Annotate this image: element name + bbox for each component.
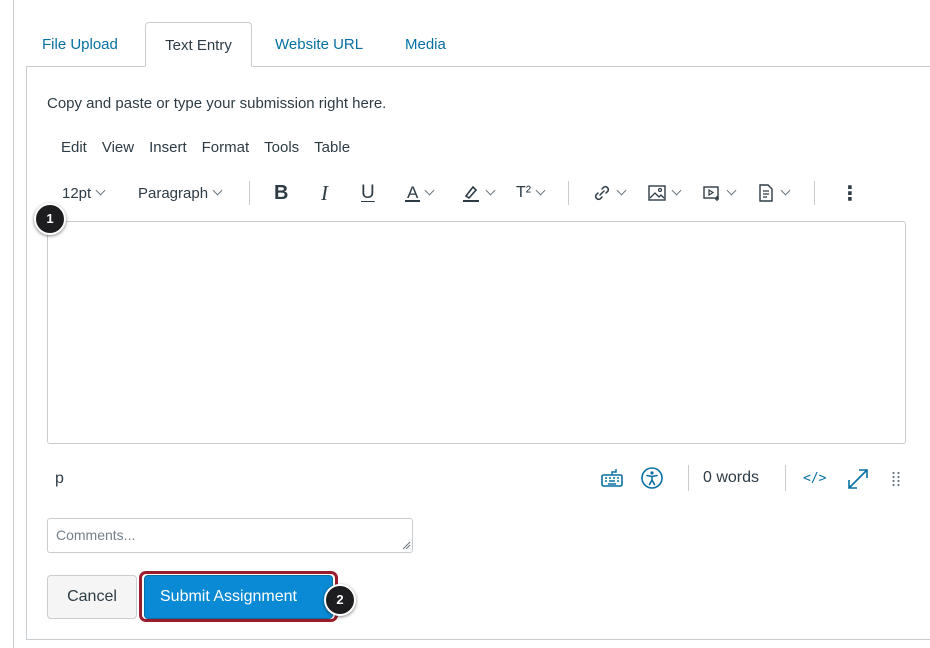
editor-toolbar: 12pt Paragraph B I U A T² ⋮: [62, 180, 922, 206]
highlight-color-button[interactable]: [461, 180, 496, 206]
menu-insert[interactable]: Insert: [149, 139, 187, 159]
block-format-dropdown[interactable]: Paragraph: [138, 180, 223, 206]
image-icon: [648, 185, 666, 201]
submission-type-tabs: File Upload Text Entry Website URL Media: [13, 22, 930, 67]
chevron-down-icon: [424, 185, 435, 196]
chevron-down-icon: [616, 185, 627, 196]
cancel-button[interactable]: Cancel: [47, 575, 137, 619]
statusbar-separator: [688, 465, 689, 491]
toolbar-separator: [814, 181, 815, 205]
chevron-down-icon: [726, 185, 737, 196]
superscript-button[interactable]: T²: [516, 180, 546, 206]
rich-text-editor-area[interactable]: [47, 221, 906, 444]
resize-handle[interactable]: [891, 470, 901, 492]
link-icon: [594, 185, 610, 201]
chevron-down-icon: [780, 185, 791, 196]
bold-icon: B: [274, 181, 289, 204]
drag-handle-icon: [892, 471, 900, 487]
chevron-down-icon: [212, 185, 223, 196]
fullscreen-button[interactable]: [845, 466, 871, 496]
image-button[interactable]: [647, 180, 682, 206]
link-button[interactable]: [592, 180, 627, 206]
word-count: 0 words: [703, 469, 760, 486]
italic-button[interactable]: I: [321, 180, 328, 206]
text-color-button[interactable]: A: [405, 180, 435, 206]
document-icon: [759, 184, 773, 202]
editor-menubar: Edit View Insert Format Tools Table: [61, 139, 365, 159]
chevron-down-icon: [485, 185, 496, 196]
toolbar-separator: [568, 181, 569, 205]
underline-button[interactable]: U: [361, 180, 375, 206]
font-size-value: 12pt: [62, 184, 92, 202]
tab-file-upload[interactable]: File Upload: [42, 22, 118, 67]
document-button[interactable]: [756, 180, 791, 206]
menu-edit[interactable]: Edit: [61, 139, 87, 159]
kebab-icon: ⋮: [840, 182, 860, 205]
more-options-button[interactable]: ⋮: [840, 180, 860, 206]
block-format-value: Paragraph: [138, 184, 209, 202]
italic-icon: I: [321, 180, 328, 205]
html-editor-toggle[interactable]: </>: [803, 471, 826, 486]
menu-tools[interactable]: Tools: [264, 139, 299, 159]
video-icon: [703, 186, 719, 201]
keyboard-shortcuts-button[interactable]: [600, 466, 624, 494]
chevron-down-icon: [95, 185, 106, 196]
accessibility-checker-button[interactable]: [640, 466, 664, 494]
callout-badge-1: 1: [34, 203, 66, 235]
bold-button[interactable]: B: [274, 180, 288, 206]
keyboard-icon: [601, 469, 623, 487]
text-color-icon: A: [405, 182, 421, 202]
tab-media[interactable]: Media: [405, 22, 446, 67]
tab-website-url[interactable]: Website URL: [275, 22, 363, 67]
underline-icon: U: [361, 182, 375, 203]
submit-assignment-button[interactable]: Submit Assignment: [144, 575, 333, 619]
editor-statusbar: p 0 words </>: [47, 462, 906, 496]
media-button[interactable]: [702, 180, 737, 206]
menu-view[interactable]: View: [102, 139, 134, 159]
chevron-down-icon: [535, 185, 546, 196]
superscript-icon: T²: [516, 184, 532, 201]
chevron-down-icon: [671, 185, 682, 196]
toolbar-separator: [249, 181, 250, 205]
accessibility-icon: [641, 467, 663, 489]
font-size-dropdown[interactable]: 12pt: [62, 180, 106, 206]
element-path[interactable]: p: [55, 470, 64, 488]
highlighter-icon: [463, 185, 479, 202]
statusbar-separator: [785, 465, 786, 491]
fullscreen-icon: [848, 469, 868, 489]
callout-badge-2: 2: [324, 584, 356, 616]
tab-text-entry[interactable]: Text Entry: [145, 22, 252, 67]
menu-table[interactable]: Table: [314, 139, 350, 159]
comments-field[interactable]: [47, 518, 413, 553]
instructions-text: Copy and paste or type your submission r…: [47, 95, 387, 112]
menu-format[interactable]: Format: [202, 139, 250, 159]
